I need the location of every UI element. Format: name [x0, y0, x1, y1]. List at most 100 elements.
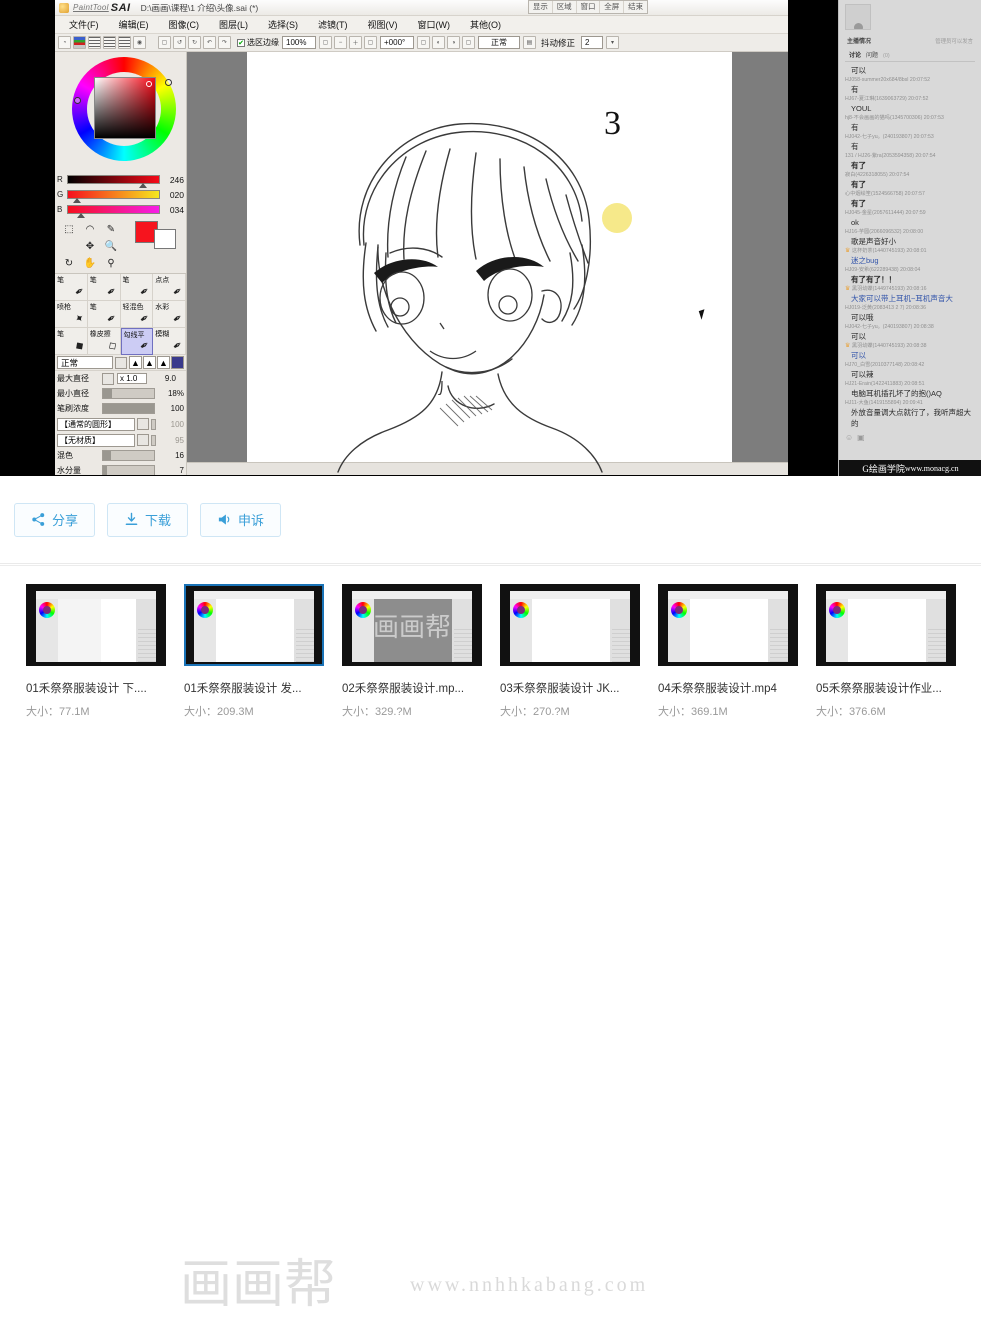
shape-medium-icon[interactable]: ▲ — [143, 356, 156, 369]
brush-cell[interactable]: 笔 ✒ — [120, 274, 154, 301]
shape-flat-icon[interactable] — [171, 356, 184, 369]
move-icon[interactable]: ✥ — [80, 238, 100, 254]
menu-select[interactable]: 选择(S) — [268, 18, 298, 31]
lines3-icon[interactable] — [118, 36, 131, 49]
brush-mode-dropdown-icon[interactable] — [115, 356, 127, 369]
rotate-right-icon[interactable]: ↻ — [188, 36, 201, 49]
list-item[interactable]: 01禾祭祭服装设计 下.... 大小：77.1M — [26, 584, 184, 719]
shape-combo-row[interactable]: 【通常的圆形】 100 — [55, 416, 186, 432]
brush-cell[interactable]: 模糊 ✒ — [153, 328, 186, 355]
thumbnail-row[interactable]: 01禾祭祭服装设计 下.... 大小：77.1M 01禾祭祭服装设计 发... … — [0, 566, 981, 719]
saturation-value-square[interactable] — [94, 77, 156, 139]
tab-discussion[interactable]: 讨论 — [849, 50, 861, 59]
video-list-strip[interactable]: 01禾祭祭服装设计 下.... 大小：77.1M 01禾祭祭服装设计 发... … — [0, 565, 981, 1314]
brush-cell[interactable]: 笔 ✒ — [55, 274, 88, 301]
shape-combo-dropdown-icon[interactable] — [137, 418, 149, 430]
stabilizer-dropdown-icon[interactable]: ▾ — [606, 36, 620, 49]
min-diameter-slider[interactable] — [102, 388, 155, 399]
live-chat-panel[interactable]: 主播情况 管理员可以发言 讨论 问题 (0) 可以 HJ058-summer20… — [838, 0, 981, 476]
brush-cell[interactable]: 笔 ✒ — [87, 301, 121, 328]
recorder-toolbar[interactable]: 显示 区域 窗口 全屏 结束 — [528, 0, 648, 14]
list-item[interactable]: 05禾祭祭服装设计作业... 大小：376.6M — [816, 584, 974, 719]
brush-shape-combo[interactable]: 【通常的圆形】 — [57, 417, 135, 431]
blue-slider-row[interactable]: B 034 — [55, 202, 186, 218]
red-slider-row[interactable]: R 246 — [55, 172, 186, 188]
rect-select-icon[interactable]: ⬚ — [59, 221, 79, 237]
watercolor-row[interactable]: 水分量 7 — [55, 463, 186, 475]
zoom-in-icon[interactable]: ＋ — [349, 36, 362, 49]
density-row[interactable]: 笔刷浓度 100 — [55, 401, 186, 416]
thumbnail-image[interactable]: 画画帮 — [342, 584, 482, 666]
brush-blend-mode[interactable]: 正常 — [57, 356, 113, 369]
sai-menu-bar[interactable]: 文件(F) 编辑(E) 图像(C) 图层(L) 选择(S) 滤镜(T) 视图(V… — [55, 16, 788, 34]
shape-strength-slider[interactable] — [151, 418, 156, 430]
green-slider-row[interactable]: G 020 — [55, 187, 186, 203]
blend-slider[interactable] — [102, 450, 155, 461]
lines2-icon[interactable] — [103, 36, 116, 49]
rotate-ccw-icon[interactable]: ◐ — [432, 36, 445, 49]
list-item-selected[interactable]: 01禾祭祭服装设计 发... 大小：209.3M — [184, 584, 342, 719]
max-diameter-mult[interactable]: x 1.0 — [117, 373, 147, 384]
menu-other[interactable]: 其他(O) — [470, 18, 501, 31]
brush-mode-row[interactable]: 正常 ▲ ▲ ▲ — [55, 355, 186, 371]
thumbnail-image[interactable] — [500, 584, 640, 666]
green-slider[interactable] — [67, 190, 160, 203]
rotate-value-field[interactable]: +000° — [380, 36, 414, 49]
thumbnail-image[interactable] — [26, 584, 166, 666]
density-slider[interactable] — [102, 403, 155, 414]
lasso-icon[interactable]: ◠ — [80, 221, 100, 237]
brush-cell[interactable]: 喷枪 ✦ — [55, 301, 88, 328]
brush-cell[interactable]: 轻混色 ✒ — [120, 301, 154, 328]
material-combo-dropdown-icon[interactable] — [137, 434, 149, 446]
list-item[interactable]: 04禾祭祭服装设计.mp4 大小：369.1M — [658, 584, 816, 719]
zoom-value-field[interactable]: 100% — [282, 36, 316, 49]
rotate-tool-icon[interactable]: ↻ — [59, 255, 79, 271]
lines-icon[interactable] — [88, 36, 101, 49]
watercolor-slider[interactable] — [102, 465, 155, 475]
list-item[interactable]: 03禾祭祭服装设计 JK... 大小：270.?M — [500, 584, 658, 719]
emoji-icon[interactable]: ☺ — [845, 433, 853, 442]
max-diameter-row[interactable]: 最大直径 x 1.0 9.0 — [55, 371, 186, 386]
brush-cell-selected[interactable]: 勾线平 ✒ — [120, 328, 154, 355]
rotate-cw-icon[interactable]: ◑ — [447, 36, 460, 49]
eyedropper-icon[interactable]: ⚲ — [101, 255, 121, 271]
rotate-reset-icon[interactable]: ◔ — [58, 36, 71, 49]
blend-dropdown-icon[interactable]: ▤ — [523, 36, 536, 49]
menu-image[interactable]: 图像(C) — [169, 18, 200, 31]
brush-cell[interactable]: 橡皮擦 ◇ — [87, 328, 121, 355]
list-item[interactable]: 画画帮 02禾祭祭服装设计.mp... 大小：329.?M — [342, 584, 500, 719]
blank1-icon[interactable] — [59, 238, 79, 254]
redo-icon[interactable]: ↷ — [218, 36, 231, 49]
blend-row[interactable]: 混色 16 — [55, 448, 186, 463]
color-picker[interactable] — [55, 52, 187, 172]
recorder-fullscreen-button[interactable]: 全屏 — [600, 1, 625, 13]
zoom-tool-icon[interactable]: 🔍 — [101, 238, 121, 254]
download-button[interactable]: 下载 — [107, 502, 189, 537]
chat-message-list[interactable]: 可以 HJ058-summer20x684/8bsl 20:07:52 有 HJ6… — [839, 64, 981, 429]
tab-questions[interactable]: 问题 — [866, 50, 878, 59]
hand-icon[interactable]: ✋ — [80, 255, 100, 271]
color-bars-icon[interactable] — [73, 36, 86, 49]
material-combo-row[interactable]: 【无材质】 95 — [55, 432, 186, 448]
brush-cell[interactable]: 笔 ◆ — [55, 328, 88, 355]
max-diameter-toggle-icon[interactable] — [102, 372, 114, 385]
blend-mode-field[interactable]: 正常 — [478, 36, 520, 49]
thumbnail-image[interactable] — [658, 584, 798, 666]
undo-icon[interactable]: ↶ — [203, 36, 216, 49]
brush-material-combo[interactable]: 【无材质】 — [57, 433, 135, 447]
zoom-reset-icon[interactable]: ▢ — [319, 36, 332, 49]
blue-slider[interactable] — [67, 205, 160, 218]
thumbnail-image[interactable] — [816, 584, 956, 666]
material-strength-slider[interactable] — [151, 434, 156, 446]
brush-cell[interactable]: 笔 ✒ — [87, 274, 121, 301]
video-player[interactable]: PaintTool SAI D:\画画\课程\1 介绍\头像.sai (*) 文… — [0, 0, 981, 476]
rotate-reset2-icon[interactable]: ▢ — [417, 36, 430, 49]
menu-window[interactable]: 窗口(W) — [418, 18, 451, 31]
eye-icon[interactable]: ◉ — [133, 36, 146, 49]
sai-tool-bar[interactable]: ◔ ◉ ▢ ↺ ↻ ↶ ↷ ✔ 选区边缘 100% ▢ − ＋ ▢ +000° … — [55, 34, 788, 52]
menu-view[interactable]: 视图(V) — [368, 18, 398, 31]
recorder-window-button[interactable]: 窗口 — [577, 1, 601, 13]
menu-filter[interactable]: 滤镜(T) — [318, 18, 348, 31]
shape-hard-icon[interactable]: ▲ — [129, 356, 142, 369]
shape-soft-icon[interactable]: ▲ — [157, 356, 170, 369]
